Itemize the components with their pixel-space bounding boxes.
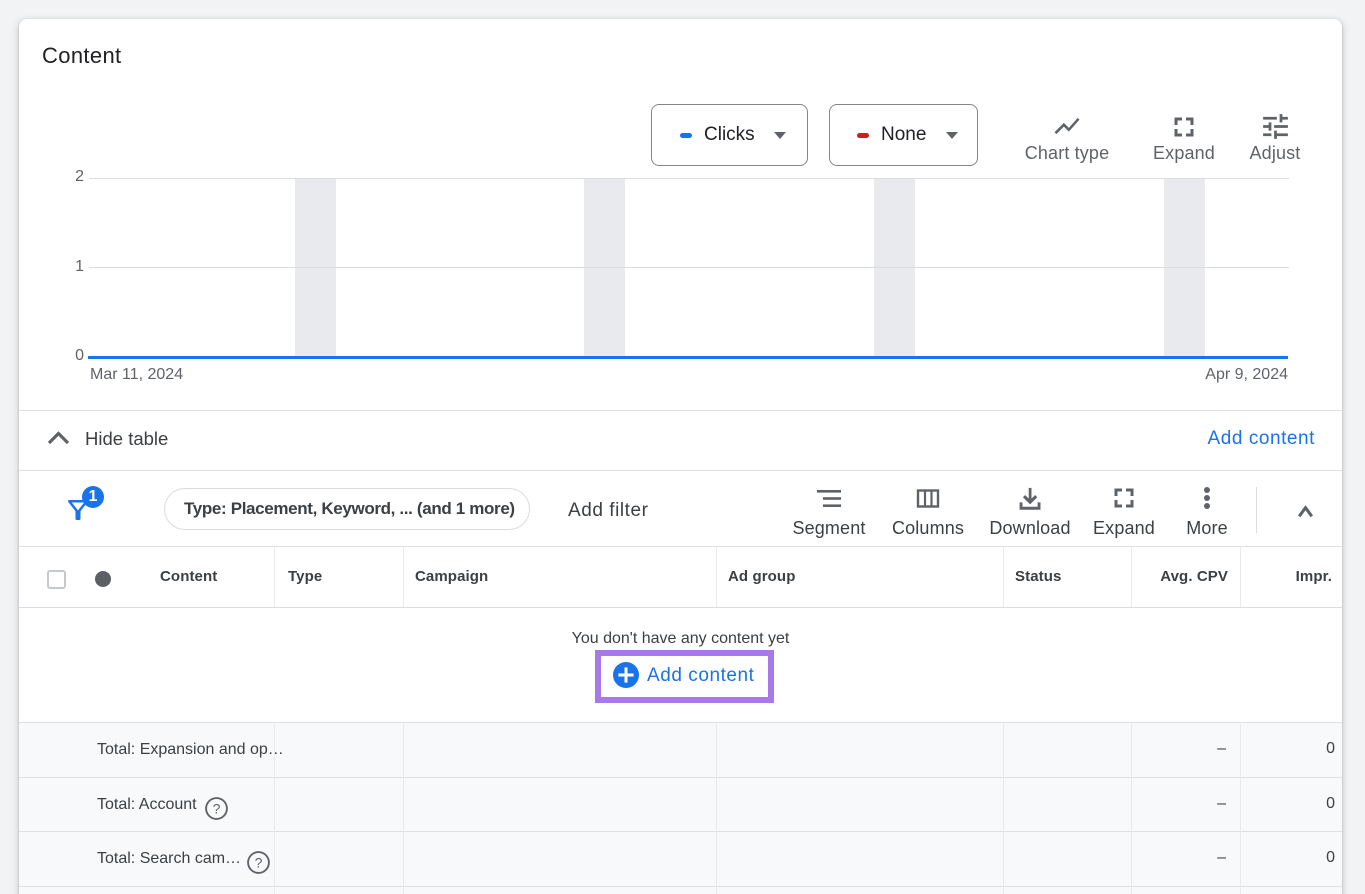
svg-text:?: ? (255, 855, 263, 871)
svg-text:?: ? (213, 801, 221, 817)
